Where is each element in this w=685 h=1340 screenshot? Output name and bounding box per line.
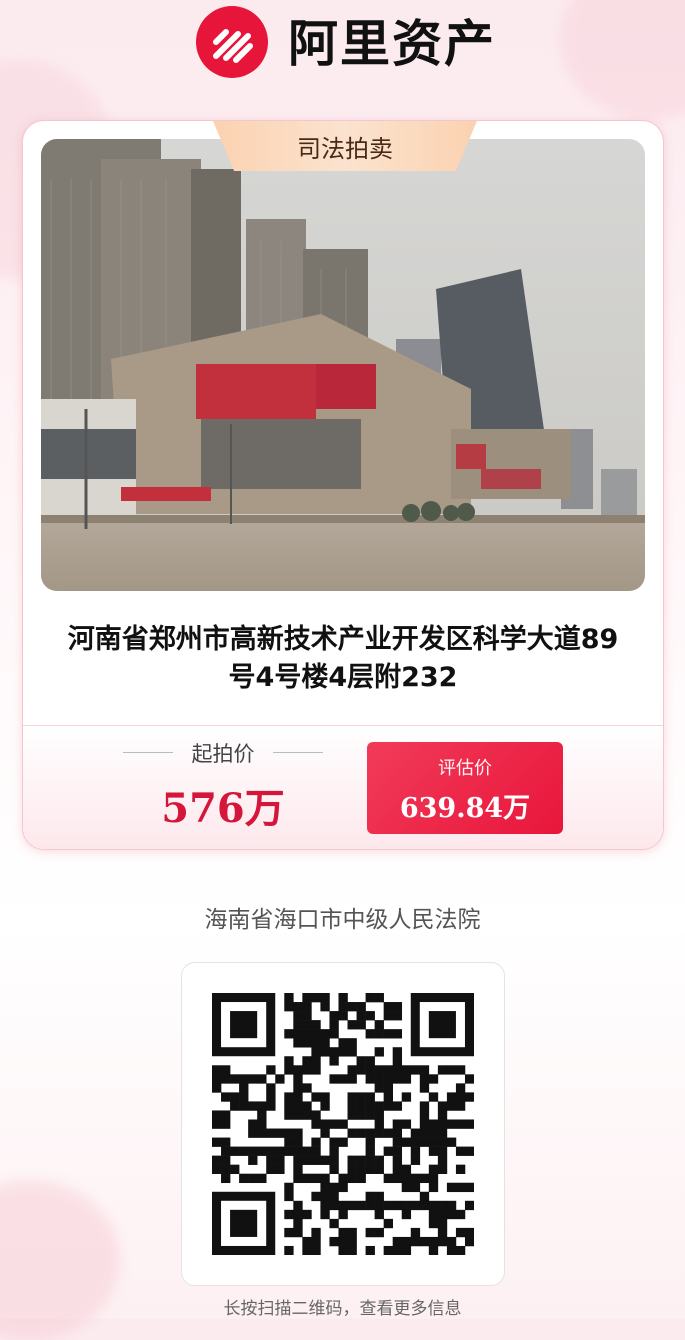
court-name: 海南省海口市中级人民法院 [204, 907, 481, 933]
price-section: 起拍价 576万 评估价 639.84万 [23, 725, 663, 849]
auction-type-tag: 司法拍卖 [213, 121, 477, 171]
auction-card[interactable]: 司法拍卖 河南省郑州市高新技术产业开发区科学大道89号4号楼4层附232 起拍价… [22, 120, 664, 850]
qr-hint: 长按扫描二维码，查看更多信息 [223, 1299, 462, 1319]
brand-name: 阿里资产 [288, 15, 496, 73]
evaluation-price-label: 评估价 [438, 758, 492, 779]
qr-code-icon[interactable] [212, 993, 474, 1255]
start-price-value: 576万 [161, 785, 285, 832]
property-address: 河南省郑州市高新技术产业开发区科学大道89号4号楼4层附232 [67, 624, 619, 693]
brand-logo-icon [196, 6, 268, 78]
qr-code-card[interactable] [181, 962, 505, 1286]
start-price-label: 起拍价 [123, 738, 323, 768]
evaluation-price-value: 639.84万 [399, 793, 531, 824]
evaluation-price-box: 评估价 639.84万 [367, 742, 563, 834]
building-photo[interactable] [41, 139, 645, 591]
app-header: 阿里资产 [0, 0, 685, 90]
